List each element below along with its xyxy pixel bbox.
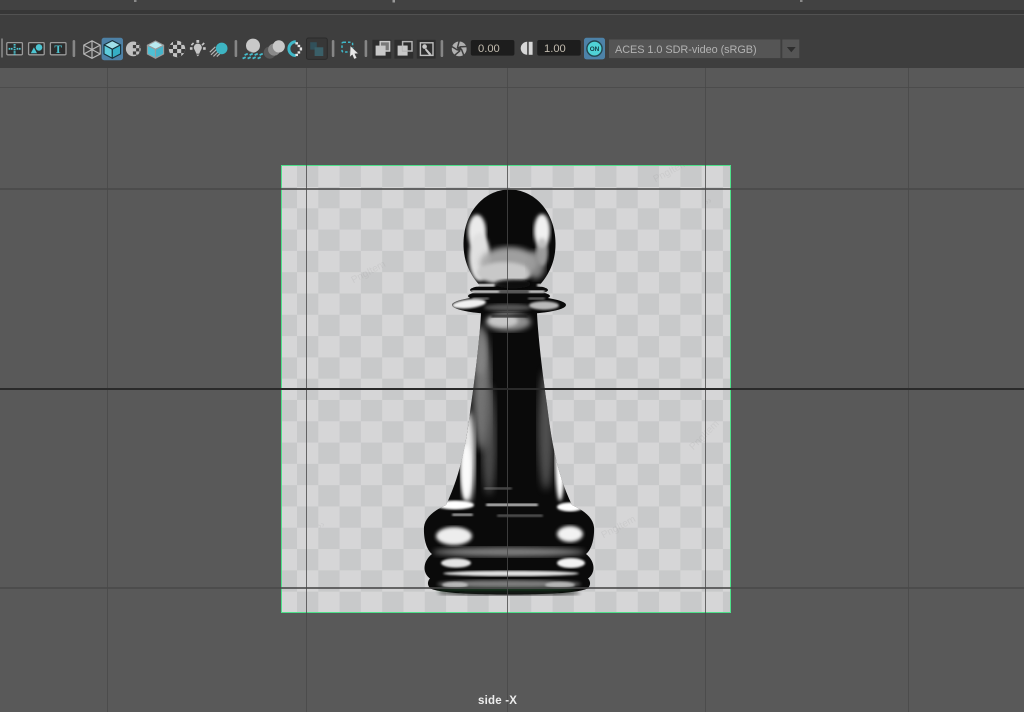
- svg-text:1.00: 1.00: [544, 43, 566, 55]
- svg-text:T: T: [54, 44, 62, 56]
- svg-text:ON: ON: [590, 46, 600, 53]
- svg-text:ACES 1.0 SDR-video (sRGB): ACES 1.0 SDR-video (sRGB): [615, 44, 757, 56]
- svg-text:0.00: 0.00: [478, 43, 500, 55]
